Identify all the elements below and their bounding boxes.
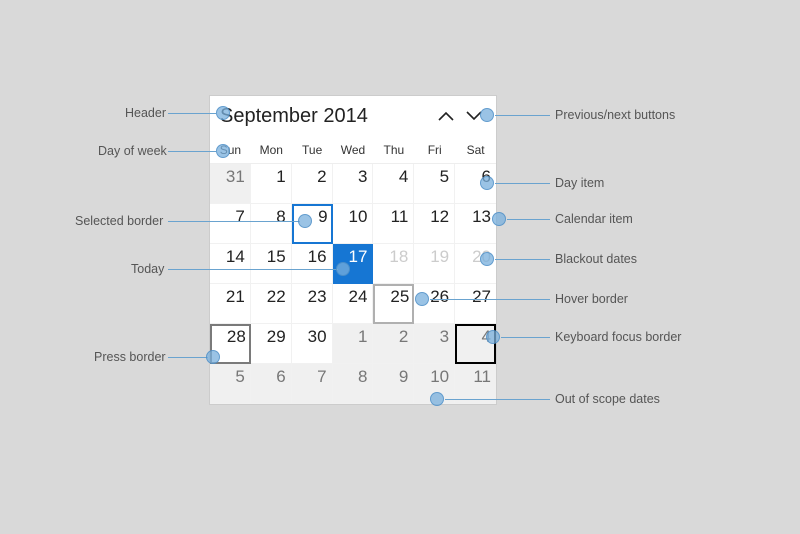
callout-line [507, 219, 550, 220]
day-cell[interactable]: 5 [414, 164, 455, 204]
dow-wed: Wed [333, 136, 374, 163]
callout-oos: Out of scope dates [555, 392, 660, 406]
calendar-header: September 2014 [210, 96, 496, 136]
callout-press: Press border [94, 350, 166, 364]
next-button[interactable] [460, 102, 488, 130]
callout-today: Today [131, 262, 164, 276]
day-cell[interactable]: 29 [251, 324, 292, 364]
day-of-week-row: SunMonTueWedThuFriSat [210, 136, 496, 164]
day-cell[interactable]: 22 [251, 284, 292, 324]
callout-prevnext: Previous/next buttons [555, 108, 675, 122]
day-cell[interactable]: 8 [333, 364, 374, 404]
day-cell[interactable]: 11 [455, 364, 496, 404]
dow-sat: Sat [455, 136, 496, 163]
day-cell[interactable]: 6 [455, 164, 496, 204]
dow-sun: Sun [210, 136, 251, 163]
day-cell[interactable]: 1 [333, 324, 374, 364]
day-cell[interactable]: 8 [251, 204, 292, 244]
callout-line [501, 337, 550, 338]
dow-fri: Fri [414, 136, 455, 163]
day-cell[interactable]: 16 [292, 244, 333, 284]
day-cell[interactable]: 19 [414, 244, 455, 284]
day-cell[interactable]: 28 [210, 324, 251, 364]
callout-calitem: Calendar item [555, 212, 633, 226]
day-cell[interactable]: 7 [292, 364, 333, 404]
day-cell[interactable]: 10 [414, 364, 455, 404]
header-title[interactable]: September 2014 [220, 105, 432, 128]
day-cell[interactable]: 10 [333, 204, 374, 244]
day-cell[interactable]: 25 [373, 284, 414, 324]
day-cell[interactable]: 23 [292, 284, 333, 324]
callout-hover: Hover border [555, 292, 628, 306]
day-cell[interactable]: 24 [333, 284, 374, 324]
callout-header: Header [125, 106, 166, 120]
day-cell[interactable]: 2 [373, 324, 414, 364]
day-cell[interactable]: 3 [333, 164, 374, 204]
callout-line [495, 183, 550, 184]
day-cell[interactable]: 12 [414, 204, 455, 244]
callout-line [495, 259, 550, 260]
callout-selected: Selected border [75, 214, 163, 228]
day-cell[interactable]: 31 [210, 164, 251, 204]
callout-line [168, 357, 208, 358]
day-cell[interactable]: 2 [292, 164, 333, 204]
callout-dow: Day of week [98, 144, 167, 158]
day-cell[interactable]: 6 [251, 364, 292, 404]
callout-line [495, 115, 550, 116]
calendar-grid: 3112345678910111213141516171819202122232… [210, 164, 496, 404]
day-cell[interactable]: 30 [292, 324, 333, 364]
day-cell[interactable]: 4 [373, 164, 414, 204]
day-cell[interactable]: 1 [251, 164, 292, 204]
callout-blackout: Blackout dates [555, 252, 637, 266]
day-cell[interactable]: 20 [455, 244, 496, 284]
day-cell[interactable]: 9 [292, 204, 333, 244]
day-cell[interactable]: 26 [414, 284, 455, 324]
callout-focus: Keyboard focus border [555, 330, 681, 344]
day-cell[interactable]: 5 [210, 364, 251, 404]
callout-dayitem: Day item [555, 176, 604, 190]
day-cell[interactable]: 27 [455, 284, 496, 324]
day-cell[interactable]: 11 [373, 204, 414, 244]
day-cell[interactable]: 15 [251, 244, 292, 284]
prev-button[interactable] [432, 102, 460, 130]
day-cell[interactable]: 17 [333, 244, 374, 284]
dow-mon: Mon [251, 136, 292, 163]
day-cell[interactable]: 9 [373, 364, 414, 404]
day-cell[interactable]: 13 [455, 204, 496, 244]
dow-thu: Thu [373, 136, 414, 163]
day-cell[interactable]: 4 [455, 324, 496, 364]
day-cell[interactable]: 3 [414, 324, 455, 364]
day-cell[interactable]: 7 [210, 204, 251, 244]
day-cell[interactable]: 18 [373, 244, 414, 284]
dow-tue: Tue [292, 136, 333, 163]
calendar-view: September 2014 SunMonTueWedThuFriSat 311… [209, 95, 497, 405]
day-cell[interactable]: 21 [210, 284, 251, 324]
day-cell[interactable]: 14 [210, 244, 251, 284]
